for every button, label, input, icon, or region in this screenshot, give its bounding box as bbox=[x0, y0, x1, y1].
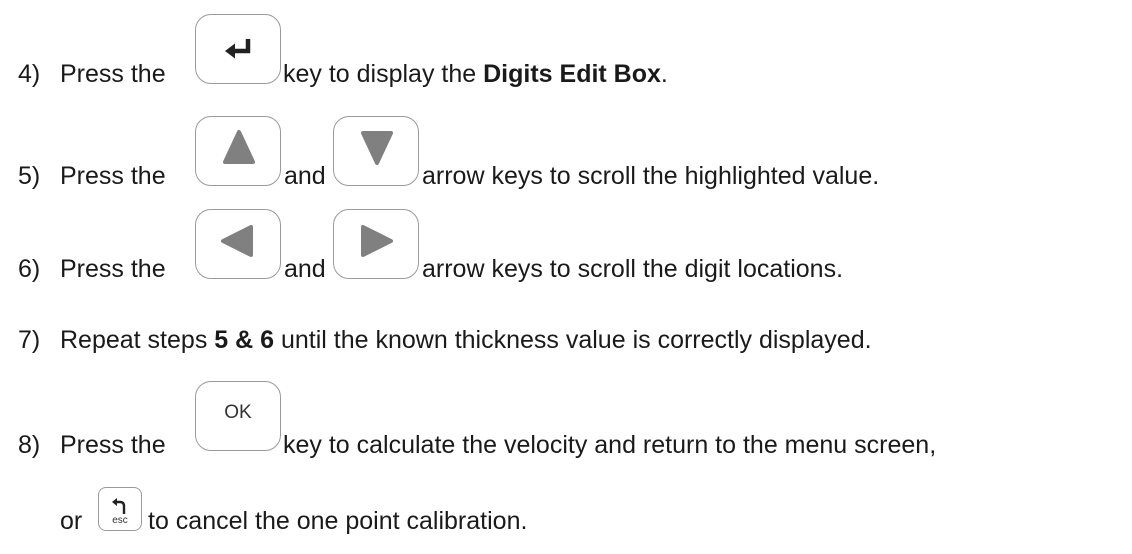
left-arrow-key bbox=[195, 209, 281, 279]
esc-key-label: esc bbox=[112, 515, 128, 526]
step-text-after: to cancel the one point calibration. bbox=[148, 507, 528, 535]
esc-key: esc bbox=[98, 487, 142, 531]
step-text: Repeat steps 5 & 6 until the known thick… bbox=[60, 326, 872, 354]
step-text-before: Press the bbox=[60, 162, 166, 190]
digits-edit-box-label: Digits Edit Box bbox=[483, 60, 661, 88]
ok-key-label: OK bbox=[224, 402, 252, 423]
step-number: 7) bbox=[18, 326, 41, 354]
down-arrow-key bbox=[333, 116, 419, 186]
step-number: 4) bbox=[18, 60, 41, 88]
enter-key bbox=[195, 14, 281, 84]
right-arrow-icon bbox=[361, 225, 393, 257]
down-arrow-icon bbox=[361, 131, 393, 165]
right-arrow-key bbox=[333, 209, 419, 279]
step-text-before: Press the bbox=[60, 60, 166, 88]
step-number: 8) bbox=[18, 431, 41, 459]
step-text-after: arrow keys to scroll the highlighted val… bbox=[422, 162, 880, 190]
step-text-after: key to calculate the velocity and return… bbox=[283, 431, 937, 459]
step-text-before: Press the bbox=[60, 255, 166, 283]
step-number: 5) bbox=[18, 162, 41, 190]
step-number: 6) bbox=[18, 255, 41, 283]
and-text: and bbox=[284, 255, 326, 283]
step-text-after: arrow keys to scroll the digit locations… bbox=[422, 255, 844, 283]
steps-reference: 5 & 6 bbox=[214, 326, 275, 354]
up-arrow-icon bbox=[223, 130, 255, 164]
and-text: and bbox=[284, 162, 326, 190]
left-arrow-icon bbox=[221, 225, 253, 257]
ok-key: OK bbox=[195, 381, 281, 451]
up-arrow-key bbox=[195, 116, 281, 186]
enter-icon bbox=[225, 39, 251, 59]
or-text: or bbox=[60, 507, 83, 535]
step-text-after: key to display the Digits Edit Box. bbox=[283, 60, 668, 88]
step-text-before: Press the bbox=[60, 431, 166, 459]
